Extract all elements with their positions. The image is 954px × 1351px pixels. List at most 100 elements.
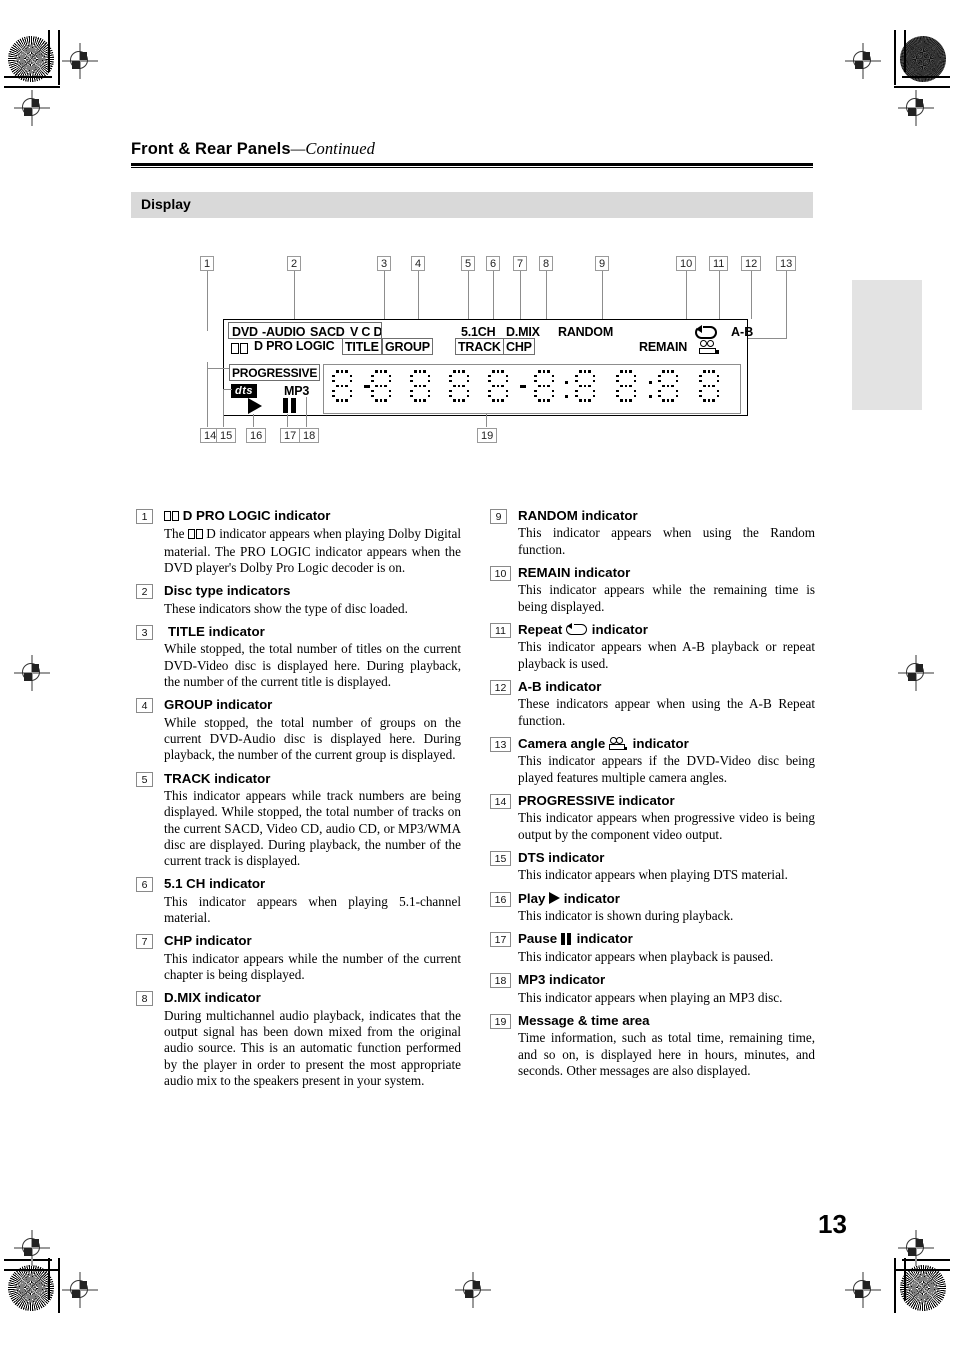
camera-angle-icon (699, 340, 719, 354)
list-item: 7 CHP indicator This indicator appears w… (136, 933, 461, 983)
list-item: 4 GROUP indicator While stopped, the tot… (136, 697, 461, 763)
item-body: This indicator is shown during playback. (518, 908, 734, 924)
chapter-tab-marker (852, 280, 922, 410)
five-one-ch-label: 5.1CH (461, 325, 496, 339)
item-number: 18 (490, 973, 511, 989)
item-body: This indicator appears when using the Ra… (518, 525, 815, 557)
registration-mark (62, 43, 98, 79)
item-number: 19 (490, 1013, 511, 1029)
item-number: 16 (490, 891, 511, 907)
list-item: 14 PROGRESSIVE indicator This indicator … (490, 793, 815, 843)
callout-15: 15 (216, 428, 237, 443)
item-title: D PRO LOGIC indicator (164, 508, 461, 525)
callout-16: 16 (246, 428, 267, 443)
section-title: Display (141, 196, 191, 212)
manual-page: Front & Rear Panels—Continued Display 1 … (0, 0, 954, 1351)
registration-mark-left-mid (14, 655, 50, 691)
track-indicator-label: TRACK (455, 338, 504, 355)
page-number: 13 (818, 1209, 847, 1239)
list-item: 1 D PRO LOGIC indicator The D indicator … (136, 508, 461, 576)
camera-angle-icon (608, 737, 629, 750)
callout-13: 13 (776, 256, 797, 271)
matrix-char (488, 370, 510, 408)
item-title: RANDOM indicator (518, 508, 638, 523)
repeat-loop-icon (695, 324, 721, 340)
list-item: 16 Play indicator This indicator is show… (490, 891, 815, 925)
item-body: This indicator appears if the DVD-Video … (518, 753, 815, 785)
dolby-double-d-icon (164, 509, 179, 525)
matrix-char (371, 370, 393, 408)
pause-bars-icon (560, 933, 573, 946)
item-title: MP3 indicator (518, 972, 606, 988)
callout-17: 17 (280, 428, 301, 443)
left-description-column: 1 D PRO LOGIC indicator The D indicator … (136, 508, 461, 1096)
matrix-colon-dot (565, 381, 568, 384)
callout-2: 2 (287, 256, 302, 271)
matrix-colon-dot (565, 395, 568, 398)
matrix-char (699, 370, 721, 408)
item-title: Camera angle indicator (518, 736, 689, 751)
item-title: REMAIN indicator (518, 565, 631, 580)
list-item: 9 RANDOM indicator This indicator appear… (490, 508, 815, 558)
item-number: 9 (490, 509, 507, 524)
item-number: 10 (490, 566, 511, 581)
item-body: Time information, such as total time, re… (518, 1030, 815, 1078)
callout-8: 8 (539, 256, 554, 271)
item-number: 11 (490, 623, 511, 638)
list-item: 2 Disc type indicators These indicators … (136, 583, 461, 617)
mp3-label: MP3 (284, 384, 310, 398)
matrix-char (410, 370, 432, 408)
callout-1: 1 (200, 256, 215, 271)
item-number: 12 (490, 680, 511, 695)
header-rule-thick (131, 163, 813, 166)
item-body: These indicators show the type of disc l… (164, 600, 408, 616)
list-item: 17 Pause indicator This indicator appear… (490, 931, 815, 965)
item-title: 5.1 CH indicator (164, 876, 266, 892)
matrix-colon-dot (649, 381, 652, 384)
item-body: This indicator appears while the number … (164, 950, 461, 983)
list-item: 18 MP3 indicator This indicator appears … (490, 972, 815, 1006)
matrix-char (616, 370, 638, 408)
ab-label: A-B (731, 325, 754, 339)
random-label: RANDOM (558, 325, 614, 339)
callout-5: 5 (461, 256, 476, 271)
callout-12: 12 (741, 256, 762, 271)
callout-7: 7 (513, 256, 528, 271)
list-item: 6 5.1 CH indicator This indicator appear… (136, 876, 461, 926)
callout-6: 6 (486, 256, 501, 271)
callout-11: 11 (709, 256, 729, 271)
list-item: 12 A-B indicator These indicators appear… (490, 679, 815, 729)
matrix-char (658, 370, 680, 408)
item-number: 4 (136, 698, 153, 714)
matrix-dash (520, 385, 526, 388)
matrix-colon-dot (649, 395, 652, 398)
group-indicator-label: GROUP (382, 338, 433, 355)
matrix-char (534, 370, 556, 408)
item-body: This indicator appears when playing an M… (518, 989, 783, 1005)
item-body: This indicator appears when playing 5.1-… (164, 893, 461, 926)
item-title: CHP indicator (164, 933, 252, 949)
list-item: 11 Repeat indicator This indicator appea… (490, 622, 815, 672)
list-item: 5 TRACK indicator This indicator appears… (136, 771, 461, 870)
list-item: 8 D.MIX indicator During multichannel au… (136, 990, 461, 1089)
registration-mark (898, 90, 934, 126)
pause-bars-icon (283, 398, 299, 413)
item-title: Disc type indicators (164, 583, 291, 599)
item-body: This indicator appears while the remaini… (518, 582, 815, 614)
matrix-dash (364, 385, 370, 388)
play-triangle-icon (248, 398, 262, 414)
page-header: Front & Rear Panels—Continued (131, 139, 813, 169)
list-item: 15 DTS indicator This indicator appears … (490, 850, 815, 884)
item-body: During multichannel audio playback, indi… (164, 1007, 461, 1089)
play-triangle-icon (549, 891, 561, 904)
registration-mark-right-mid (898, 655, 934, 691)
item-title: Repeat indicator (518, 622, 648, 637)
item-number: 8 (136, 991, 153, 1007)
item-title: Pause indicator (518, 931, 633, 947)
item-body: While stopped, the total number of title… (164, 641, 461, 689)
progressive-label: PROGRESSIVE (229, 364, 321, 381)
dolby-double-d-icon (231, 339, 248, 357)
registration-mark (14, 90, 50, 126)
callout-10: 10 (676, 256, 697, 271)
callout-18: 18 (299, 428, 320, 443)
